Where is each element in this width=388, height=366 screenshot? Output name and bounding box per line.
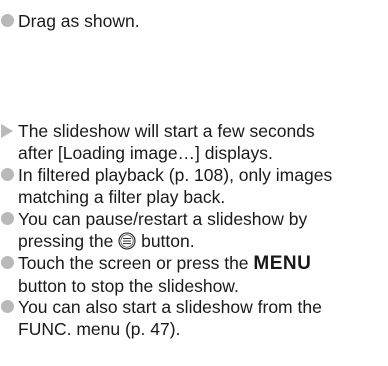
bullet-dot-icon (1, 168, 14, 181)
step-text: You can pause/restart a slideshow by pre… (18, 208, 386, 252)
bullet-dot-icon (1, 300, 14, 313)
text-line: FUNC. menu (p. 47). (18, 319, 181, 339)
text-segment: pressing the (18, 231, 114, 251)
bullet-dot-icon (1, 14, 14, 27)
step-text: You can also start a slideshow from the … (18, 296, 386, 340)
text-line: You can pause/restart a slideshow by (18, 209, 308, 229)
step-text: Drag as shown. (18, 10, 386, 32)
bullet-dot-icon (1, 212, 14, 225)
text-line: pressing the button. (18, 230, 386, 252)
result-arrow-icon (1, 124, 13, 138)
step-text: In filtered playback (p. 108), only imag… (18, 164, 386, 208)
step-text: The slideshow will start a few seconds a… (18, 120, 386, 164)
text-line: The slideshow will start a few seconds (18, 121, 315, 141)
func-set-button-icon (118, 232, 136, 250)
text-segment: button. (141, 231, 195, 251)
menu-button-label: MENU (253, 253, 312, 274)
text-line: Touch the screen or press the MENU (18, 252, 386, 275)
step-text: Touch the screen or press the MENU butto… (18, 252, 386, 297)
text-segment: Touch the screen or press the (18, 253, 249, 273)
text-line: You can also start a slideshow from the (18, 297, 322, 317)
text-line: button to stop the slideshow. (18, 276, 239, 296)
text-line: after [Loading image…] displays. (18, 143, 273, 163)
text-line: Drag as shown. (18, 11, 140, 31)
text-line: matching a filter play back. (18, 187, 226, 207)
bullet-dot-icon (1, 256, 14, 269)
text-line: In filtered playback (p. 108), only imag… (18, 165, 333, 185)
